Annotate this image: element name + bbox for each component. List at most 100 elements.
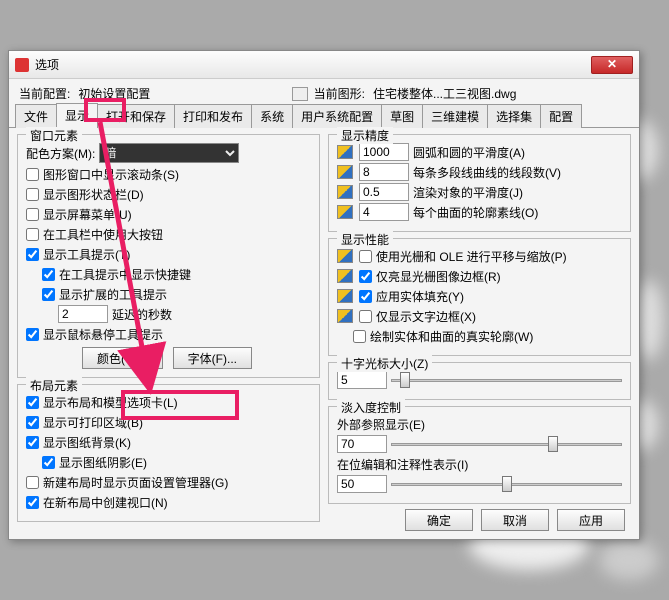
cb-large-buttons[interactable] — [26, 228, 39, 241]
cb-printable[interactable] — [26, 416, 39, 429]
fonts-button[interactable]: 字体(F)... — [173, 347, 252, 369]
cb-rollover[interactable] — [26, 328, 39, 341]
delay-seconds-input[interactable] — [58, 305, 108, 323]
cb-scrollbars[interactable] — [26, 168, 39, 181]
inplace-fade-slider[interactable] — [391, 475, 622, 493]
tab-display[interactable]: 显示 — [56, 103, 98, 128]
lbl-inplace-fade: 在位编辑和注释性表示(I) — [337, 456, 468, 473]
cb-layout-tabs[interactable] — [26, 396, 39, 409]
cb-viewport[interactable] — [26, 496, 39, 509]
lbl-paper-bg: 显示图纸背景(K) — [43, 434, 131, 451]
tab-user-prefs[interactable]: 用户系统配置 — [292, 104, 382, 128]
titlebar: 选项 ✕ — [9, 51, 639, 79]
cb-pan-zoom[interactable] — [359, 250, 372, 263]
cb-highlight-frame[interactable] — [359, 270, 372, 283]
lbl-printable: 显示可打印区域(B) — [43, 414, 143, 431]
cb-true-silh[interactable] — [353, 330, 366, 343]
lbl-text-frame: 仅显示文字边框(X) — [376, 308, 476, 325]
tab-system[interactable]: 系统 — [251, 104, 293, 128]
options-dialog: 选项 ✕ 当前配置: 初始设置配置 当前图形: 住宅楼整体...工三视图.dwg… — [8, 50, 640, 540]
cb-text-frame[interactable] — [359, 310, 372, 323]
cb-screen-menu[interactable] — [26, 208, 39, 221]
lbl-xref-fade: 外部参照显示(E) — [337, 416, 425, 433]
apply-button[interactable]: 应用 — [557, 509, 625, 531]
lbl-shortcuts: 在工具提示中显示快捷键 — [59, 266, 191, 283]
cb-solid-fill[interactable] — [359, 290, 372, 303]
lbl-true-silh: 绘制实体和曲面的真实轮廓(W) — [370, 328, 533, 345]
drawing-icon — [292, 87, 308, 101]
group-title-resolution: 显示精度 — [337, 127, 393, 144]
group-title-layout-elements: 布局元素 — [26, 377, 82, 394]
inplace-fade-input[interactable] — [337, 475, 387, 493]
group-title-crosshair: 十字光标大小(Z) — [337, 355, 432, 372]
lbl-pan-zoom: 使用光栅和 OLE 进行平移与缩放(P) — [376, 248, 567, 265]
render-smoothness-input[interactable] — [359, 183, 409, 201]
window-title: 选项 — [35, 56, 591, 73]
drawing-override-icon — [337, 185, 353, 199]
tab-open-save[interactable]: 打开和保存 — [97, 104, 175, 128]
lbl-page-setup: 新建布局时显示页面设置管理器(G) — [43, 474, 228, 491]
close-button[interactable]: ✕ — [591, 56, 633, 74]
lbl-statusbar: 显示图形状态栏(D) — [43, 186, 144, 203]
cb-ext-tooltips[interactable] — [42, 288, 55, 301]
tab-plot-publish[interactable]: 打印和发布 — [174, 104, 252, 128]
lbl-tooltips: 显示工具提示(T) — [43, 246, 130, 263]
group-title-window-elements: 窗口元素 — [26, 127, 82, 144]
cb-paper-bg[interactable] — [26, 436, 39, 449]
drawing-override-icon — [337, 249, 353, 263]
arc-smoothness-input[interactable] — [359, 143, 409, 161]
current-drawing-label: 当前图形: — [314, 85, 365, 102]
crosshair-size-input[interactable] — [337, 371, 387, 389]
current-profile-label: 当前配置: — [19, 85, 70, 102]
lbl-large-buttons: 在工具栏中使用大按钮 — [43, 226, 163, 243]
lbl-layout-tabs: 显示布局和模型选项卡(L) — [43, 394, 178, 411]
tab-selection[interactable]: 选择集 — [487, 104, 541, 128]
group-layout-elements: 布局元素 显示布局和模型选项卡(L) 显示可打印区域(B) 显示图纸背景(K) … — [17, 384, 320, 522]
group-crosshair: 十字光标大小(Z) — [328, 362, 631, 400]
lbl-delay: 延迟的秒数 — [112, 306, 172, 323]
group-performance: 显示性能 使用光栅和 OLE 进行平移与缩放(P) 仅亮显光栅图像边框(R) 应… — [328, 238, 631, 356]
app-icon — [15, 58, 29, 72]
cb-paper-shadow[interactable] — [42, 456, 55, 469]
dialog-footer: 确定 取消 应用 — [405, 509, 625, 531]
cb-page-setup[interactable] — [26, 476, 39, 489]
drawing-override-icon — [337, 145, 353, 159]
cb-statusbar[interactable] — [26, 188, 39, 201]
lbl-arc: 圆弧和圆的平滑度(A) — [413, 144, 525, 161]
crosshair-size-slider[interactable] — [391, 371, 622, 389]
lbl-paper-shadow: 显示图纸阴影(E) — [59, 454, 147, 471]
current-profile-value: 初始设置配置 — [78, 85, 291, 102]
color-scheme-select[interactable]: 暗 — [99, 143, 239, 163]
tab-drafting[interactable]: 草图 — [381, 104, 423, 128]
tab-3d-modeling[interactable]: 三维建模 — [422, 104, 488, 128]
tab-profiles[interactable]: 配置 — [540, 104, 582, 128]
drawing-override-icon — [337, 165, 353, 179]
lbl-render: 渲染对象的平滑度(J) — [413, 184, 523, 201]
xref-fade-input[interactable] — [337, 435, 387, 453]
xref-fade-slider[interactable] — [391, 435, 622, 453]
lbl-ext-tooltips: 显示扩展的工具提示 — [59, 286, 167, 303]
group-window-elements: 窗口元素 配色方案(M): 暗 图形窗口中显示滚动条(S) 显示图形状态栏(D)… — [17, 134, 320, 378]
lbl-viewport: 在新布局中创建视口(N) — [43, 494, 168, 511]
lbl-scrollbars: 图形窗口中显示滚动条(S) — [43, 166, 179, 183]
lbl-contour: 每个曲面的轮廓素线(O) — [413, 204, 538, 221]
cancel-button[interactable]: 取消 — [481, 509, 549, 531]
current-drawing-value: 住宅楼整体...工三视图.dwg — [373, 85, 629, 102]
contour-lines-input[interactable] — [359, 203, 409, 221]
drawing-override-icon — [337, 289, 353, 303]
tab-files[interactable]: 文件 — [15, 104, 57, 128]
colors-button[interactable]: 颜色(C)... — [82, 347, 163, 369]
group-fade: 淡入度控制 外部参照显示(E) 在位编辑和注释性表示(I) — [328, 406, 631, 504]
cb-shortcuts[interactable] — [42, 268, 55, 281]
group-title-fade: 淡入度控制 — [337, 399, 405, 416]
polyline-segments-input[interactable] — [359, 163, 409, 181]
lbl-seg: 每条多段线曲线的线段数(V) — [413, 164, 561, 181]
lbl-highlight-frame: 仅亮显光栅图像边框(R) — [376, 268, 501, 285]
ok-button[interactable]: 确定 — [405, 509, 473, 531]
group-title-performance: 显示性能 — [337, 231, 393, 248]
cb-tooltips[interactable] — [26, 248, 39, 261]
color-scheme-label: 配色方案(M): — [26, 145, 95, 162]
drawing-override-icon — [337, 269, 353, 283]
lbl-rollover: 显示鼠标悬停工具提示 — [43, 326, 163, 343]
lbl-solid-fill: 应用实体填充(Y) — [376, 288, 464, 305]
